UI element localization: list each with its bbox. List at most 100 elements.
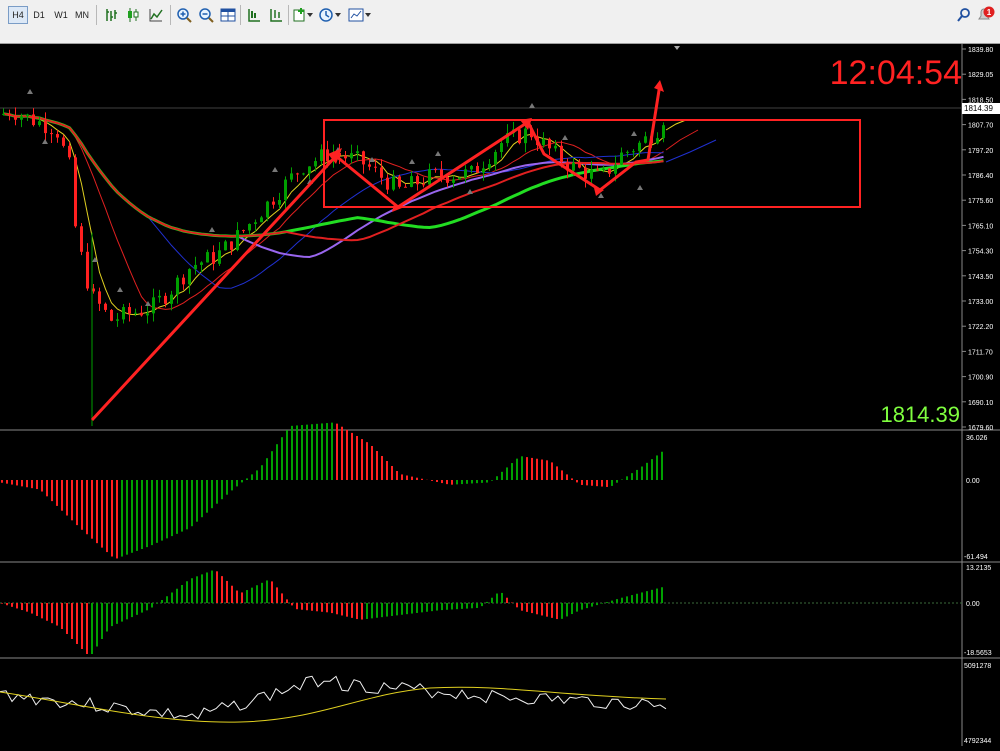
ma-yellow-shift [665,119,687,131]
candle [542,138,545,146]
chevron-down-icon[interactable] [306,6,314,24]
price-tick-label: 1690.10 [968,400,993,407]
candle [278,200,281,205]
candle [452,179,455,183]
candle [242,230,245,232]
candle [632,151,635,153]
fractal-marker [631,131,637,136]
candle [14,115,17,120]
price-tick-label: 1679.60 [968,425,993,432]
candle [224,241,227,251]
candle [416,176,419,185]
candle [410,176,413,187]
candle [440,169,443,177]
price-tick-label: 1775.60 [968,198,993,205]
candle [398,176,401,187]
candle [482,168,485,173]
timeframe-w1-button[interactable]: W1 [51,6,71,24]
candle [356,151,359,154]
volume-signal-line [0,686,667,723]
last-price: 1814.39 [880,402,960,427]
price-tag-text: 1814.39 [964,104,993,113]
candle [152,297,155,314]
price-tick-label: 1700.90 [968,375,993,382]
candle [8,113,11,116]
candle [56,134,59,138]
alerts-count: 1 [987,8,992,17]
candle [188,269,191,285]
toolbar-separator [288,5,289,25]
search-icon[interactable] [954,6,974,24]
timeframe-h4-button[interactable]: H4 [8,6,28,24]
candle [206,252,209,263]
chevron-down-icon[interactable] [334,6,342,24]
candle [380,167,383,178]
fractal-marker [209,227,215,232]
timeframe-mn-button[interactable]: MN [72,6,92,24]
volume-line [0,675,667,720]
candle [74,157,77,227]
toolbar-separator [96,5,97,25]
candle [500,143,503,152]
candle [140,312,143,316]
candle [50,133,53,135]
line-chart-icon[interactable] [146,6,166,24]
candle [554,145,557,149]
ma-yellow-line [3,113,664,316]
candle [644,136,647,143]
candle [602,168,605,170]
periods-icon[interactable] [316,6,336,24]
price-tick-label: 1829.05 [968,72,993,79]
osma-min-label: -18.5653 [964,650,992,657]
candle [32,114,35,126]
osma-zero-label: 0.00 [966,601,980,608]
tile-windows-icon[interactable] [218,6,238,24]
candle [362,151,365,165]
chart-window[interactable]: 1814.39 12:04:54 1814.39 1839.80 1829.05 1… [0,44,1000,746]
price-tick-label: 1839.80 [968,47,993,54]
bar-chart-icon[interactable] [102,6,122,24]
zoom-in-icon[interactable] [174,6,194,24]
candle [608,168,611,174]
candle [434,169,437,171]
candle [548,138,551,149]
fractal-marker [272,167,278,172]
chevron-down-icon[interactable] [364,6,372,24]
chart-canvas[interactable]: 1814.39 12:04:54 1814.39 1839.801829.051… [0,44,1000,746]
candle [386,177,389,190]
chart-shift-marker[interactable] [674,46,680,50]
candle [200,262,203,265]
candle [98,291,101,304]
candle [134,312,137,314]
crosshair-icon[interactable] [266,6,286,24]
timeframe-d1-button[interactable]: D1 [29,6,49,24]
candle [320,149,323,162]
candle [86,251,89,289]
candle [296,173,299,175]
volume-max-label: 5091278 [964,663,991,670]
candle [560,145,563,163]
candle [110,309,113,321]
candle [104,303,107,310]
volume-min-label: 4792344 [964,738,991,745]
candle [662,125,665,139]
candle [266,201,269,218]
templates-icon[interactable] [346,6,366,24]
candle [446,176,449,183]
cursor-icon[interactable] [244,6,264,24]
candle-chart-icon[interactable] [124,6,144,24]
candle [404,186,407,188]
candle [590,169,593,179]
alerts-icon[interactable]: 1 [976,6,996,24]
candle [326,149,329,162]
candle [572,162,575,171]
osma-max-label: 13.2135 [966,565,991,572]
candle [374,166,377,168]
fractal-marker [435,151,441,156]
ma-blue-shift [665,139,717,163]
candle [428,169,431,185]
fractal-marker [562,135,568,140]
zoom-out-icon[interactable] [196,6,216,24]
candle [68,145,71,158]
fractal-marker [42,139,48,144]
